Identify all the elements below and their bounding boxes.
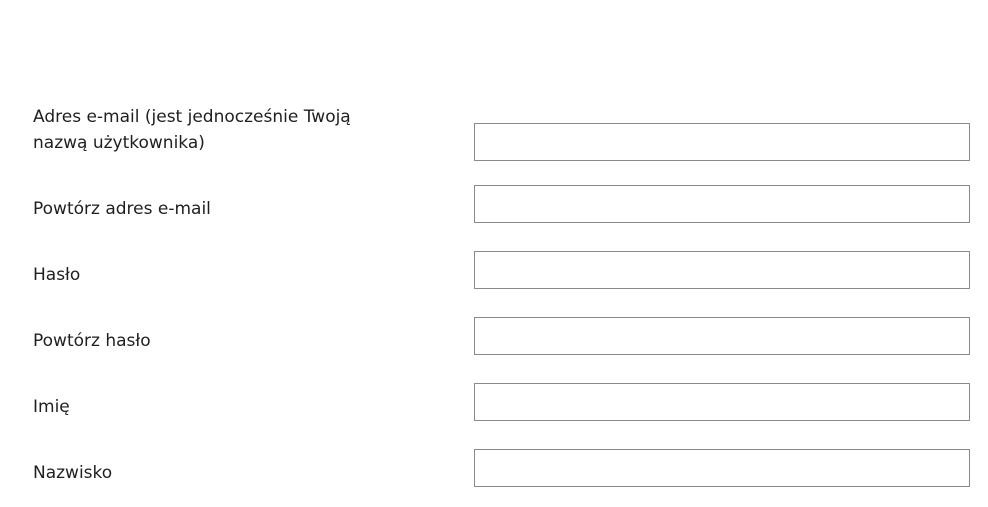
- email-label-line1: Adres e-mail (jest jednocześnie Twoją: [33, 107, 351, 127]
- email-label: Adres e-mail (jest jednocześnie Twoją na…: [33, 104, 351, 156]
- repeat-email-label: Powtórz adres e-mail: [33, 199, 211, 219]
- password-label: Hasło: [33, 265, 81, 285]
- first-name-label: Imię: [33, 397, 70, 417]
- repeat-password-label: Powtórz hasło: [33, 331, 151, 351]
- repeat-password-field[interactable]: [474, 317, 970, 355]
- email-field[interactable]: [474, 123, 970, 161]
- repeat-email-field[interactable]: [474, 185, 970, 223]
- password-field[interactable]: [474, 251, 970, 289]
- last-name-label: Nazwisko: [33, 463, 113, 483]
- registration-form: Adres e-mail (jest jednocześnie Twoją na…: [0, 0, 988, 507]
- last-name-field[interactable]: [474, 449, 970, 487]
- first-name-field[interactable]: [474, 383, 970, 421]
- email-label-line2: nazwą użytkownika): [33, 133, 205, 153]
